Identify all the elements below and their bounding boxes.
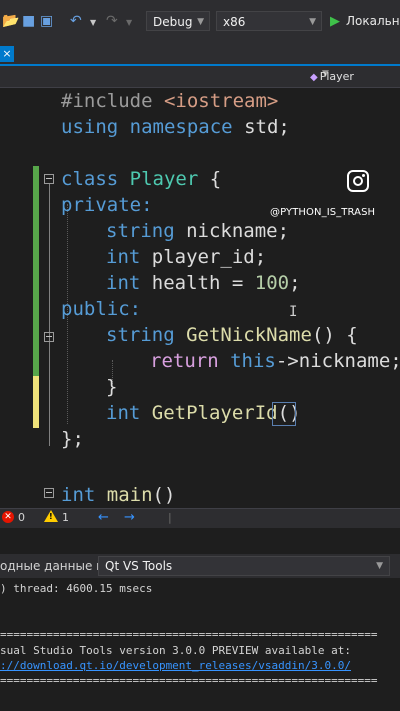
warning-icon[interactable]: ! <box>44 510 58 522</box>
member-label: Player <box>319 70 354 83</box>
class-icon: ◆ <box>310 72 318 83</box>
keyword-token: return <box>150 350 219 372</box>
identifier-token: nickname; <box>298 350 400 372</box>
undo-dropdown-icon[interactable]: ▼ <box>90 14 96 32</box>
identifier-token: nickname; <box>186 220 290 242</box>
output-rule: ========================================… <box>0 674 378 687</box>
configuration-select[interactable]: Debug ▼ <box>146 11 210 31</box>
bracket-match-highlight <box>272 402 296 426</box>
qt-download-link[interactable]: ://download.qt.io/development_releases/v… <box>0 659 351 672</box>
collapse-class-icon[interactable] <box>44 174 54 184</box>
platform-select[interactable]: x86 ▼ <box>216 11 322 31</box>
output-source-select[interactable]: Qt VS Tools ▼ <box>98 556 390 576</box>
redo-icon[interactable]: ↷ <box>106 12 118 30</box>
close-tab-button[interactable]: × <box>0 46 14 62</box>
collapse-main-icon[interactable] <box>44 488 54 498</box>
identifier-token: health = <box>151 272 244 294</box>
collapse-method-icon[interactable] <box>44 332 54 342</box>
function-token: GetPlayerId <box>151 402 278 424</box>
punct-token: ; <box>289 272 301 294</box>
keyword-token: private: <box>61 194 153 216</box>
previous-issue-button[interactable]: ← <box>98 510 109 526</box>
run-label: Локальн <box>346 14 400 28</box>
separator-icon: | <box>168 511 172 524</box>
play-icon: ▶ <box>330 14 340 29</box>
next-issue-button[interactable]: → <box>124 510 135 526</box>
number-token: 100 <box>254 272 290 294</box>
start-debugging-button[interactable]: ▶ Локальн <box>330 11 400 32</box>
panel-gap <box>0 528 400 554</box>
output-rule: ========================================… <box>0 628 378 641</box>
function-token: GetNickName <box>186 324 312 346</box>
redo-dropdown-icon[interactable]: ▼ <box>126 14 132 32</box>
code-line-main: int main() <box>61 482 175 508</box>
keyword-token: namespace <box>129 116 233 138</box>
chevron-down-icon: ▼ <box>309 17 316 27</box>
code-line-player-id: int player_id; <box>106 244 266 270</box>
punct-token: -> <box>275 350 299 372</box>
directive-token: #include <box>61 90 153 112</box>
text-cursor-icon: I <box>289 304 298 320</box>
function-token: main <box>106 484 153 506</box>
watermark-handle: @PYTHON_IS_TRASH <box>270 207 376 218</box>
output-line: sual Studio Tools version 3.0.0 PREVIEW … <box>0 644 351 657</box>
code-line-return: return this->nickname; <box>150 348 400 374</box>
brace-token: { <box>209 168 222 190</box>
type-token: string <box>106 220 175 242</box>
fold-line <box>49 184 50 446</box>
type-token: int <box>106 402 141 424</box>
chevron-down-icon: ▼ <box>197 17 204 27</box>
type-token: int <box>106 246 141 268</box>
output-line: ) thread: 4600.15 msecs <box>0 582 153 595</box>
code-line-getnickname: string GetNickName() { <box>106 322 358 348</box>
platform-value: x86 <box>223 15 246 29</box>
punct-token: () { <box>311 324 358 346</box>
save-icon[interactable]: ■ <box>22 12 35 30</box>
code-line-class: class Player { <box>61 166 221 192</box>
keyword-token: this <box>230 350 276 372</box>
code-line-close-brace: } <box>106 374 117 400</box>
warning-count[interactable]: 1 <box>62 510 69 526</box>
keyword-token: class <box>61 168 119 190</box>
chevron-down-icon: ▼ <box>376 561 383 571</box>
code-line-health: int health = 100; <box>106 270 301 296</box>
code-editor[interactable] <box>0 88 400 508</box>
code-line-include: #include <iostream> <box>61 88 278 114</box>
code-line-using: using namespace std; <box>61 114 290 140</box>
type-token: Player <box>129 168 199 190</box>
type-token: int <box>106 272 141 294</box>
output-source-value: Qt VS Tools <box>105 559 173 573</box>
keyword-token: public: <box>61 298 142 320</box>
code-line-nickname: string nickname; <box>106 218 289 244</box>
code-line-public: public: <box>61 296 141 322</box>
document-tabstrip <box>0 40 400 66</box>
configuration-value: Debug <box>153 15 193 29</box>
type-token: int <box>61 484 96 506</box>
error-count[interactable]: 0 <box>18 510 25 526</box>
punct-token: () <box>152 484 176 506</box>
undo-icon[interactable]: ↶ <box>70 12 82 30</box>
header-token: <iostream> <box>163 90 279 112</box>
output-link-line: ://download.qt.io/development_releases/v… <box>0 659 351 673</box>
unsaved-change-marker <box>33 376 39 428</box>
keyword-token: using <box>61 116 119 138</box>
code-line-class-end: }; <box>61 426 84 452</box>
instagram-icon <box>347 170 369 192</box>
brace-token: }; <box>61 428 84 450</box>
identifier-token: std; <box>244 116 290 138</box>
error-status-bar <box>0 508 400 528</box>
type-token: string <box>106 324 175 346</box>
open-folder-icon[interactable]: 📂 <box>2 12 19 30</box>
save-all-icon[interactable]: ▣ <box>40 12 53 30</box>
brace-token: } <box>106 376 118 398</box>
member-dropdown[interactable]: ◆ Player <box>310 69 354 86</box>
identifier-token: player_id; <box>151 246 267 268</box>
code-line-private: private: <box>61 192 153 218</box>
error-icon[interactable]: ✕ <box>2 511 14 523</box>
